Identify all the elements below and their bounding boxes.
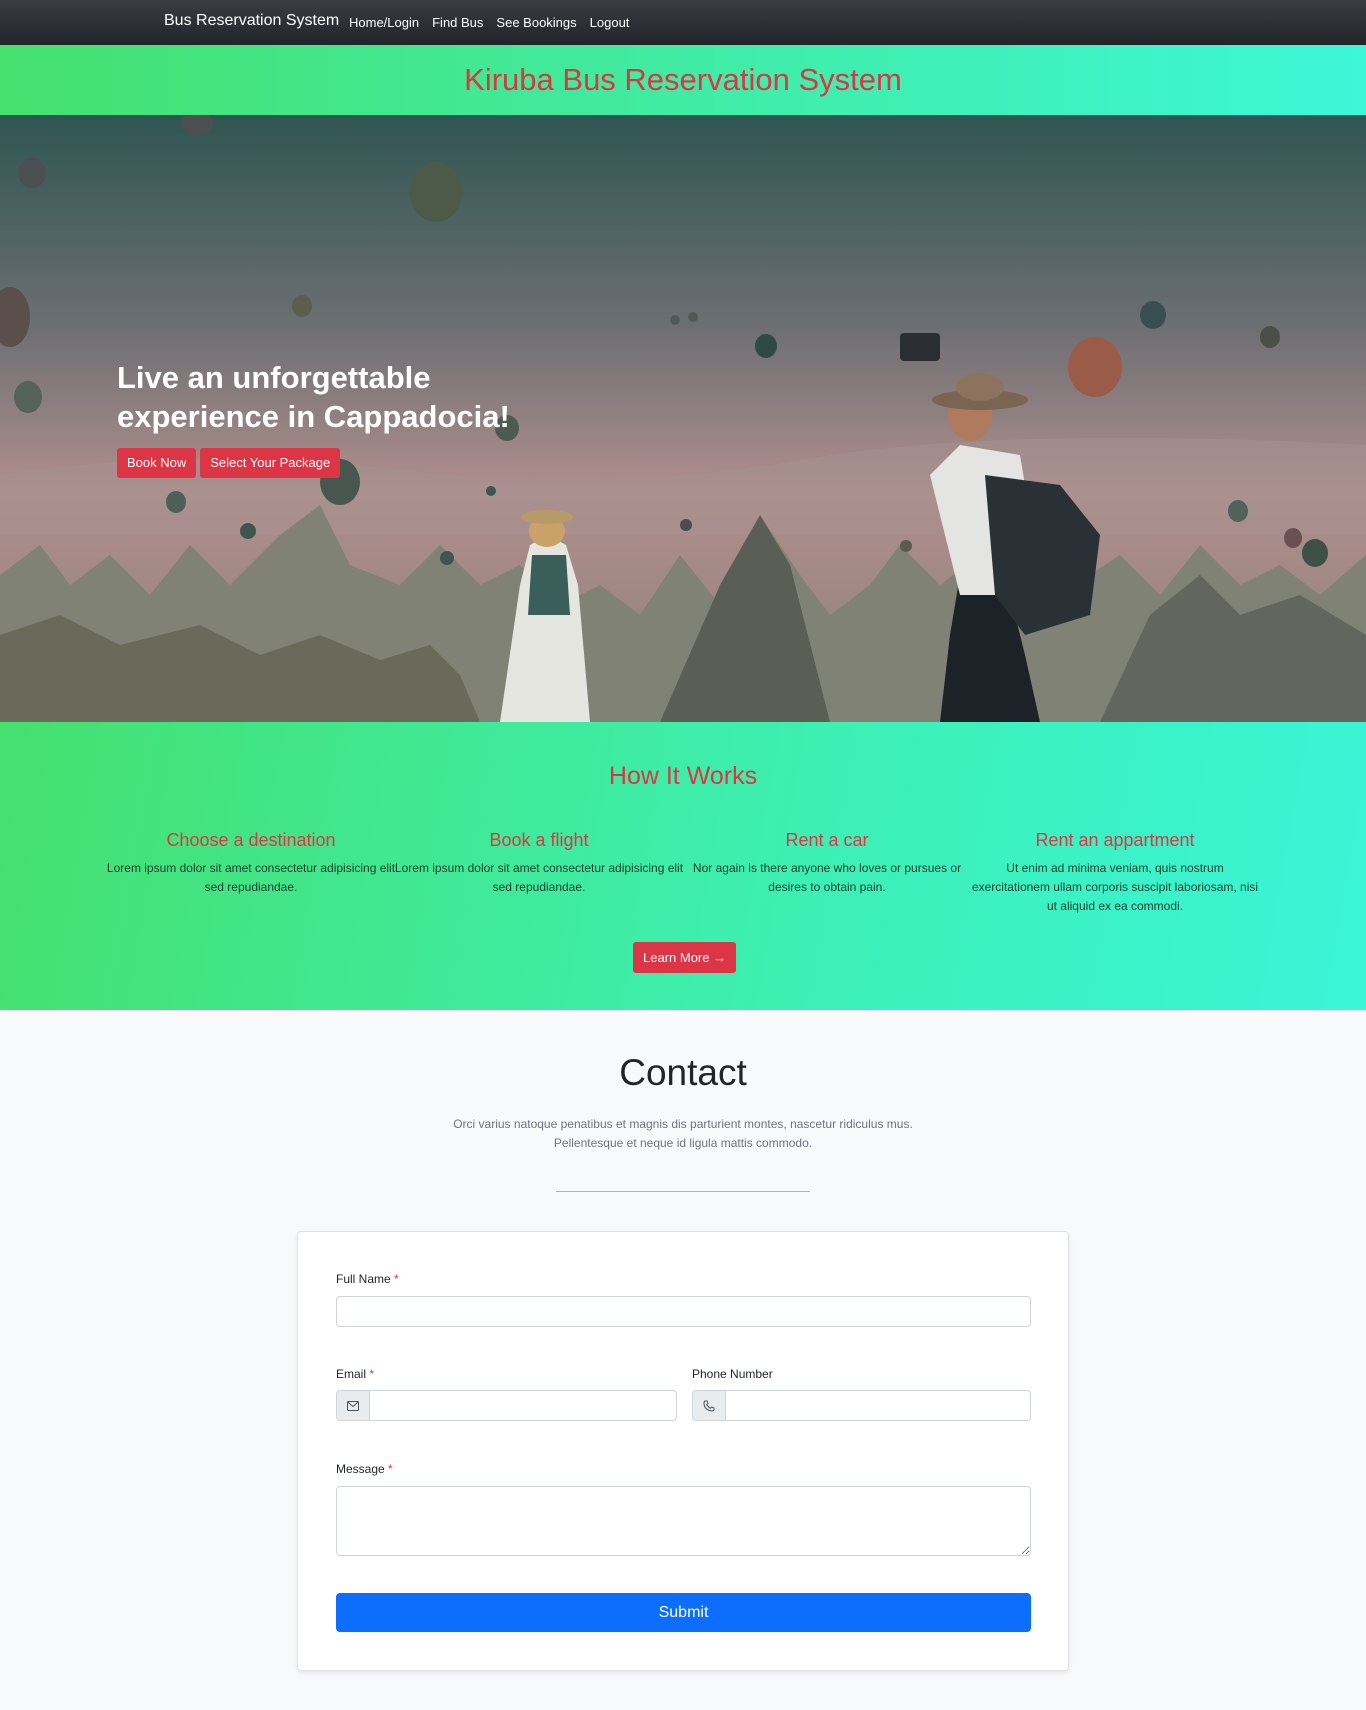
step-title: Rent a car xyxy=(785,830,869,850)
how-it-works-section: How It Works Choose a destination Lorem … xyxy=(0,722,1366,1010)
required-marker: * xyxy=(369,1367,375,1381)
email-addon xyxy=(336,1390,370,1421)
nav-link-logout[interactable]: Logout xyxy=(590,15,630,30)
full-name-input[interactable] xyxy=(336,1296,1031,1327)
required-marker: * xyxy=(394,1272,399,1286)
step-rent-car: Rent a car Nor again is there anyone who… xyxy=(682,830,972,897)
step-rent-apartment: Rent an appartment Ut enim ad minima ven… xyxy=(970,830,1260,916)
nav-link-home-login[interactable]: Home/Login xyxy=(349,15,419,30)
navbar: Bus Reservation System Home/Login Find B… xyxy=(0,0,1366,45)
how-it-works-title: How It Works xyxy=(608,762,758,790)
step-title: Choose a destination xyxy=(166,830,336,850)
message-textarea[interactable] xyxy=(336,1486,1031,1556)
phone-label: Phone Number xyxy=(692,1367,773,1381)
nav-links: Home/Login Find Bus See Bookings Logout xyxy=(349,15,629,30)
contact-subtitle-line1: Orci varius natoque penatibus et magnis … xyxy=(453,1117,913,1131)
step-title: Book a flight xyxy=(489,830,589,850)
site-title-bar: Kiruba Bus Reservation System xyxy=(0,45,1366,115)
hero-headline-line2: experience in Cappadocia! xyxy=(117,399,510,434)
step-text: Lorem ipsum dolor sit amet consectetur a… xyxy=(394,861,684,894)
step-text: Ut enim ad minima veniam, quis nostrum e… xyxy=(971,861,1259,913)
learn-more-button[interactable]: Learn More → xyxy=(633,942,737,973)
book-now-button[interactable]: Book Now xyxy=(117,448,197,478)
contact-title: Contact xyxy=(619,1052,747,1093)
step-text: Nor again is there anyone who loves or p… xyxy=(692,861,962,894)
contact-form: Full Name * Email * Phone Number Message… xyxy=(297,1231,1069,1671)
nav-link-see-bookings[interactable]: See Bookings xyxy=(496,15,576,30)
step-text: Lorem ipsum dolor sit amet consectetur a… xyxy=(106,861,396,894)
contact-subtitle: Orci varius natoque penatibus et magnis … xyxy=(0,1115,1366,1153)
hero-headline: Live an unforgettable experience in Capp… xyxy=(117,358,510,436)
email-input[interactable] xyxy=(369,1390,677,1421)
message-label: Message * xyxy=(336,1462,393,1476)
full-name-label-text: Full Name xyxy=(336,1272,391,1286)
envelope-icon xyxy=(347,1400,359,1411)
contact-divider xyxy=(556,1191,810,1192)
full-name-label: Full Name * xyxy=(336,1272,399,1286)
phone-icon xyxy=(703,1400,715,1412)
phone-input[interactable] xyxy=(725,1390,1031,1421)
select-package-button[interactable]: Select Your Package xyxy=(200,448,341,478)
navbar-brand[interactable]: Bus Reservation System xyxy=(164,12,339,30)
phone-addon xyxy=(692,1390,726,1421)
hero-buttons: Book Now Select Your Package xyxy=(117,448,341,478)
site-title: Kiruba Bus Reservation System xyxy=(464,62,902,97)
step-book-flight: Book a flight Lorem ipsum dolor sit amet… xyxy=(394,830,684,897)
step-choose-destination: Choose a destination Lorem ipsum dolor s… xyxy=(106,830,396,897)
nav-link-find-bus[interactable]: Find Bus xyxy=(432,15,483,30)
required-marker: * xyxy=(388,1462,393,1476)
hero-banner: Live an unforgettable experience in Capp… xyxy=(0,115,1366,722)
email-label-text: Email xyxy=(336,1367,367,1381)
submit-button[interactable]: Submit xyxy=(336,1593,1031,1632)
contact-subtitle-line2: Pellentesque et neque id ligula mattis c… xyxy=(553,1136,813,1150)
hero-headline-line1: Live an unforgettable xyxy=(117,360,431,395)
email-label: Email * xyxy=(336,1367,374,1381)
message-label-text: Message xyxy=(336,1462,385,1476)
step-title: Rent an appartment xyxy=(1035,830,1195,850)
